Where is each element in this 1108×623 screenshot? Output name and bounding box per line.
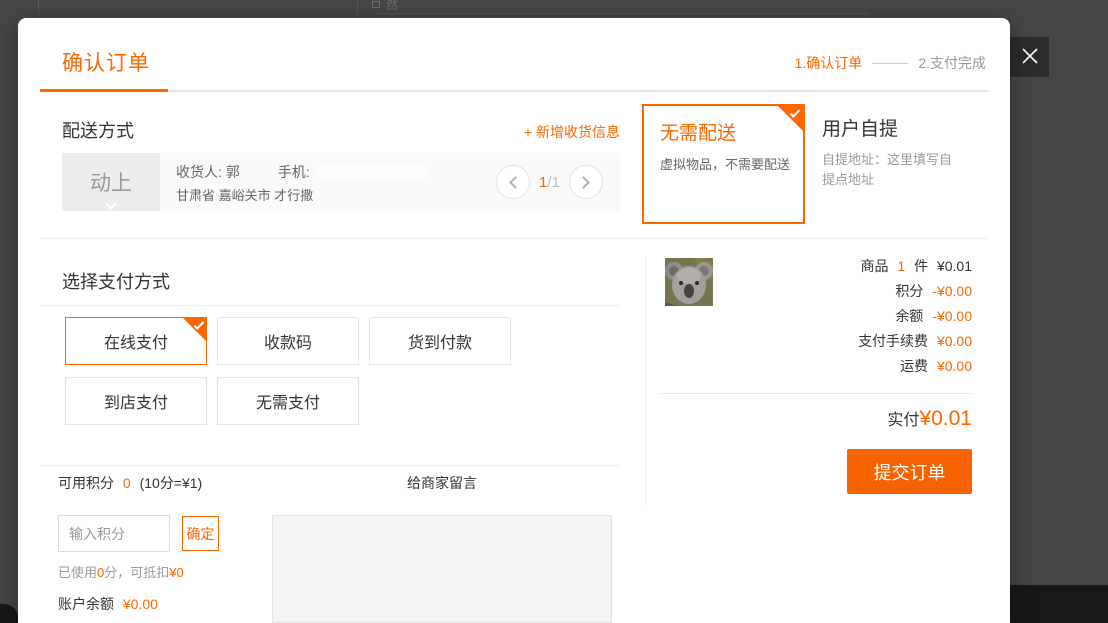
option-desc: 自提地址：这里填写自提点地址: [822, 150, 954, 190]
row-value: ¥0.00: [937, 358, 972, 374]
selected-corner-flag: [777, 105, 804, 132]
row-value: -¥0.00: [932, 283, 972, 299]
payment-method-cod[interactable]: 货到付款: [369, 317, 511, 365]
section-divider: [40, 238, 988, 239]
row-label: 积分: [895, 283, 923, 299]
row-value: -¥0.00: [932, 308, 972, 324]
chevron-left-icon: [509, 176, 522, 189]
next-address-button[interactable]: [569, 165, 603, 199]
row-label: 运费: [900, 358, 928, 374]
close-icon: [1020, 46, 1040, 69]
points-label: 可用积分: [58, 475, 114, 491]
delivery-option-self-pickup[interactable]: 用户自提 自提地址：这里填写自提点地址: [822, 104, 992, 224]
total-row: 实付¥0.01: [718, 406, 972, 431]
item-unit: 件: [914, 258, 928, 274]
background-divider: [375, 13, 868, 14]
price-row-item: 商品 1 件 ¥0.01: [718, 254, 972, 279]
price-row-balance: 余额 -¥0.00: [718, 304, 972, 329]
pager-label: 1/1: [539, 174, 560, 191]
submit-order-button[interactable]: 提交订单: [847, 449, 972, 494]
background-divider: [38, 0, 39, 14]
item-qty: 1: [897, 258, 905, 274]
chevron-right-icon: [577, 176, 590, 189]
phone-label: 手机:: [278, 162, 310, 182]
available-points-line: 可用积分 0 (10分=¥1): [58, 473, 202, 493]
background-checkbox-icon: [372, 1, 380, 8]
points-used-line: 已使用0分，可抵扣¥0: [58, 562, 184, 581]
merchant-message-label: 给商家留言: [272, 473, 612, 493]
page-title: 确认订单: [62, 47, 150, 77]
product-thumbnail: [665, 258, 713, 306]
points-confirm-button[interactable]: 确定: [182, 516, 219, 551]
deduct-value: ¥0: [169, 565, 183, 580]
header-divider: [40, 90, 988, 92]
merchant-message-textarea[interactable]: [272, 515, 612, 623]
points-rate: (10分=¥1): [140, 475, 203, 491]
payment-label: 货到付款: [408, 335, 472, 352]
price-breakdown: 商品 1 件 ¥0.01 积分 -¥0.00 余额 -¥0.00 支付手续费 ¥…: [718, 254, 972, 379]
address-pager: 1/1: [496, 165, 603, 199]
price-row-shipping: 运费 ¥0.00: [718, 354, 972, 379]
koala-image: [665, 293, 713, 306]
used-text: 分，可抵扣: [104, 565, 169, 580]
header-accent-underline: [40, 89, 168, 92]
item-value: ¥0.01: [937, 258, 972, 274]
balance-label: 账户余额: [58, 596, 114, 612]
payment-method-online[interactable]: 在线支付: [65, 317, 207, 365]
background-divider: [357, 0, 358, 14]
option-title: 用户自提: [822, 114, 898, 141]
payment-method-heading: 选择支付方式: [62, 268, 170, 294]
summary-divider: [660, 393, 972, 394]
prev-address-button[interactable]: [496, 165, 530, 199]
points-input[interactable]: [58, 515, 170, 552]
address-card[interactable]: 动上 收货人: 郭 手机: 甘肃省 嘉峪关市 才行撒 1/1: [62, 153, 620, 211]
address-recipient-row: 收货人: 郭 手机:: [176, 162, 428, 182]
confirm-order-modal: 确认订单 1.确认订单 2.支付完成 配送方式 + 新增收货信息 动上 收货人:…: [18, 18, 1010, 623]
phone-redacted-blur: [316, 164, 428, 180]
add-address-link[interactable]: + 新增收货信息: [62, 122, 620, 142]
row-label: 余额: [895, 308, 923, 324]
total-value: ¥0.01: [919, 407, 972, 430]
payment-method-in-store[interactable]: 到店支付: [65, 377, 207, 425]
row-label: 支付手续费: [858, 333, 928, 349]
payment-method-none[interactable]: 无需支付: [217, 377, 359, 425]
row-value: ¥0.00: [937, 333, 972, 349]
payment-heading-divider: [40, 305, 620, 306]
step-payment-complete: 2.支付完成: [918, 53, 986, 73]
used-text: 已使用: [58, 565, 97, 580]
payment-label: 在线支付: [104, 335, 168, 352]
price-row-points: 积分 -¥0.00: [718, 279, 972, 304]
payment-label: 到店支付: [104, 395, 168, 412]
background-footer: [1010, 585, 1108, 623]
payment-label: 收款码: [264, 335, 312, 352]
points-value: 0: [123, 475, 131, 491]
total-label: 实付: [887, 412, 919, 429]
balance-value: ¥0.00: [123, 596, 158, 612]
payment-label: 无需支付: [256, 395, 320, 412]
delivery-option-no-shipping[interactable]: 无需配送 虚拟物品，不需要配送: [642, 104, 805, 224]
option-desc: 虚拟物品，不需要配送: [660, 154, 790, 173]
section-divider: [40, 465, 620, 466]
step-separator: [872, 63, 908, 64]
recipient-name: 收货人: 郭: [176, 162, 240, 182]
summary-divider-vertical: [645, 258, 646, 505]
row-label: 商品: [860, 258, 888, 274]
background-footer: [0, 604, 18, 623]
option-title: 无需配送: [660, 118, 736, 145]
address-region: 甘肃省 嘉峪关市 才行撒: [176, 185, 313, 204]
pager-total: /1: [547, 174, 560, 191]
step-confirm-order: 1.确认订单: [795, 53, 863, 73]
background-partial-text: 然: [386, 0, 398, 13]
checkout-steps: 1.确认订单 2.支付完成: [795, 53, 986, 73]
price-row-fee: 支付手续费 ¥0.00: [718, 329, 972, 354]
payment-method-qr-code[interactable]: 收款码: [217, 317, 359, 365]
account-balance-line: 账户余额 ¥0.00: [58, 594, 158, 614]
close-button[interactable]: [1010, 37, 1049, 77]
